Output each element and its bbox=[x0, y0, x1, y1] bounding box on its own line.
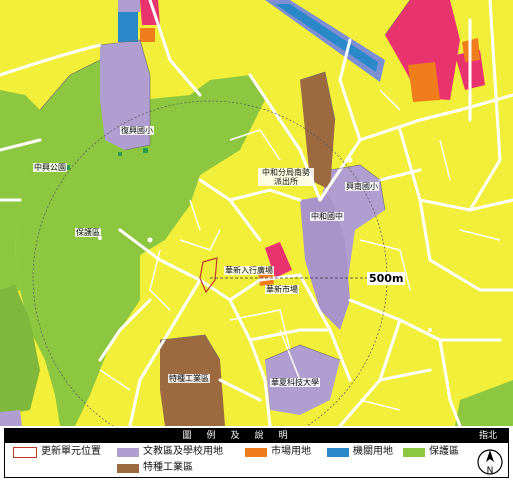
poi-dot bbox=[347, 157, 353, 163]
map-drawing bbox=[0, 0, 513, 426]
protection-zone-southeast bbox=[455, 380, 513, 426]
park-square-2 bbox=[118, 152, 122, 156]
legend-item-industrial: 特種工業區 bbox=[117, 462, 193, 474]
map-figure: 復興國小 中興公園 保護區 中和分局南勢派出所 興南國小 中和國中 華新入行廣場… bbox=[0, 0, 513, 480]
highway bbox=[265, 0, 385, 82]
legend-swatch-industrial bbox=[117, 463, 139, 473]
protection-zone-top bbox=[160, 0, 270, 35]
school-zone-small bbox=[0, 410, 22, 426]
label-zhongxing-park: 中興公園 bbox=[33, 163, 67, 172]
label-special-industrial: 特種工業區 bbox=[168, 374, 210, 383]
legend-item-government: 機關用地 bbox=[327, 446, 393, 458]
legend-swatch-update-unit bbox=[13, 446, 37, 458]
poi-dot bbox=[147, 237, 153, 243]
north-letter: N bbox=[487, 466, 494, 476]
legend-swatch-protection bbox=[403, 447, 425, 457]
legend-label: 機關用地 bbox=[353, 446, 393, 457]
poi-dot bbox=[428, 328, 432, 332]
legend-label: 市場用地 bbox=[271, 446, 311, 457]
label-xingnan-elementary: 興南國小 bbox=[345, 182, 379, 191]
label-zhonghe-junior-high: 中和國中 bbox=[310, 212, 344, 221]
north-header: 指北 bbox=[468, 429, 508, 443]
park-square-1 bbox=[143, 148, 148, 153]
school-block-top bbox=[118, 0, 140, 12]
legend-item-update-unit: 更新單元位置 bbox=[13, 446, 101, 458]
government-block-top bbox=[118, 10, 138, 42]
label-huaxin-market: 華新市場 bbox=[265, 285, 299, 294]
legend-label: 保護區 bbox=[429, 446, 459, 457]
label-zhonghe-police: 中和分局南勢派出所 bbox=[258, 168, 314, 186]
label-huaxia-university: 華夏科技大學 bbox=[270, 378, 320, 387]
label-fuxing-elementary: 復興國小 bbox=[120, 126, 154, 135]
legend-label: 特種工業區 bbox=[143, 462, 193, 473]
scale-label: 500m bbox=[367, 272, 406, 285]
label-huaxin-square: 華新入行廣場 bbox=[224, 266, 274, 275]
legend-header: 圖 例 及 說 明 bbox=[5, 429, 468, 443]
legend-label: 更新單元位置 bbox=[41, 446, 101, 457]
legend-swatch-market bbox=[245, 447, 267, 457]
legend-swatch-government bbox=[327, 447, 349, 457]
market-block-top bbox=[140, 28, 155, 42]
market-block-ne bbox=[408, 62, 440, 102]
zoning-map: 復興國小 中興公園 保護區 中和分局南勢派出所 興南國小 中和國中 華新入行廣場… bbox=[0, 0, 513, 426]
label-protection-area: 保護區 bbox=[75, 228, 101, 237]
legend-item-school: 文教區及學校用地 bbox=[117, 446, 223, 458]
legend: 圖 例 及 說 明 指北 更新單元位置 文教區及學校用地 市場用地 機關用地 保… bbox=[4, 428, 509, 478]
legend-label: 文教區及學校用地 bbox=[143, 446, 223, 457]
legend-swatch-school bbox=[117, 447, 139, 457]
highway-inner bbox=[275, 4, 378, 72]
north-arrow-icon: N bbox=[477, 449, 503, 476]
legend-item-market: 市場用地 bbox=[245, 446, 311, 458]
legend-item-protection: 保護區 bbox=[403, 446, 459, 458]
